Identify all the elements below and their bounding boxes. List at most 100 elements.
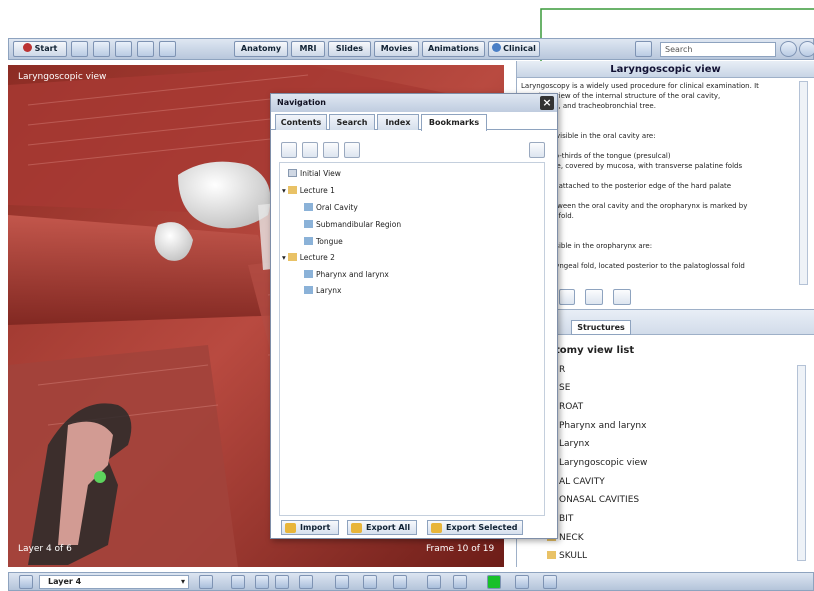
info-text-line <box>521 141 801 151</box>
add-bookmark-star-icon[interactable] <box>281 142 297 158</box>
tab-contents[interactable]: Contents <box>275 114 327 130</box>
tree-item[interactable]: Submandibular Region <box>304 220 401 229</box>
list-item[interactable]: AL CAVITY <box>559 473 605 492</box>
print-icon[interactable] <box>585 289 603 305</box>
tab-bookmarks[interactable]: Bookmarks <box>421 114 487 131</box>
home-icon[interactable] <box>115 41 132 57</box>
tab-slides[interactable]: Slides <box>328 41 371 57</box>
list-item[interactable]: Pharynx and larynx <box>559 417 646 436</box>
tree-item-label: Lecture 2 <box>299 253 335 262</box>
prev-frame-icon[interactable] <box>255 575 269 589</box>
info-text-line: palate, attached to the posterior edge o… <box>521 182 732 190</box>
help-icon[interactable] <box>799 41 814 57</box>
info-text-line: nx <box>521 231 801 241</box>
tab-anatomy[interactable]: Anatomy <box>234 41 288 57</box>
tab-clinical[interactable]: Clinical <box>488 41 540 57</box>
list-item[interactable]: BIT <box>559 510 573 529</box>
save-icon[interactable] <box>613 289 631 305</box>
tree-item-label: Oral Cavity <box>316 203 358 212</box>
tree-item[interactable]: Pharynx and larynx <box>304 270 389 279</box>
info-text-line: marks visible in the oral cavity are: <box>521 132 656 140</box>
tree-item-label: Submandibular Region <box>316 220 402 229</box>
back-icon[interactable] <box>71 41 88 57</box>
pencil-icon[interactable] <box>335 575 349 589</box>
info-panel: Laryngoscopic view Laryngoscopy is a wid… <box>516 61 814 567</box>
app-window: Start Anatomy MRI Slides Movies Animatio… <box>0 0 814 591</box>
rotate-right-icon[interactable] <box>299 575 313 589</box>
tree-folder[interactable]: ▾ Lecture 2 <box>282 253 335 262</box>
search-input[interactable]: Search <box>660 42 776 57</box>
delete-icon[interactable] <box>344 142 360 158</box>
settings-icon[interactable] <box>780 41 797 57</box>
tree-folder[interactable]: ▾ Lecture 1 <box>282 186 335 195</box>
bookmark-action-icon[interactable] <box>529 142 545 158</box>
close-icon[interactable]: × <box>540 96 554 110</box>
layer-indicator: Layer 4 of 6 <box>18 544 72 554</box>
list-item[interactable]: SKULL <box>547 547 587 566</box>
list-item[interactable]: R <box>559 361 565 380</box>
folder-icon <box>287 253 297 261</box>
save-icon[interactable] <box>453 575 467 589</box>
structures-tabbar: Structures <box>517 309 814 335</box>
tab-movies[interactable]: Movies <box>374 41 419 57</box>
navigation-titlebar[interactable]: Navigation × <box>271 94 557 112</box>
tab-index[interactable]: Index <box>377 114 419 130</box>
window-icon[interactable] <box>137 41 154 57</box>
list-item-label: SKULL <box>559 551 587 561</box>
forward-icon[interactable] <box>93 41 110 57</box>
edit-pencil-icon[interactable] <box>323 142 339 158</box>
image-icon <box>304 203 313 211</box>
tree-item[interactable]: Oral Cavity <box>304 203 358 212</box>
export-all-button[interactable]: Export All <box>347 520 417 535</box>
export-selected-button[interactable]: Export Selected <box>427 520 523 535</box>
bookmark-star-icon[interactable] <box>159 41 176 57</box>
image-icon <box>304 237 313 245</box>
info-icon <box>492 43 502 52</box>
search-icon[interactable] <box>635 41 652 57</box>
image-icon <box>304 220 313 228</box>
rotate-icon[interactable] <box>231 575 245 589</box>
next-frame-icon[interactable] <box>275 575 289 589</box>
tree-item[interactable]: Tongue <box>304 237 343 246</box>
info-text-line: glossal fold. <box>532 212 574 220</box>
info-panel-title: Laryngoscopic view <box>517 61 814 78</box>
layers-icon[interactable] <box>19 575 33 589</box>
start-button[interactable]: Start <box>13 41 67 57</box>
list-scrollbar[interactable] <box>797 365 806 561</box>
page-icon <box>288 169 297 177</box>
print-icon[interactable] <box>427 575 441 589</box>
import-button[interactable]: Import <box>281 520 339 535</box>
image-icon <box>304 286 313 294</box>
list-item[interactable]: Laryngoscopic view <box>559 454 647 473</box>
list-item[interactable]: SE <box>559 379 570 398</box>
info-scrollbar[interactable] <box>799 81 808 285</box>
refresh-icon[interactable] <box>559 289 575 305</box>
arrows-icon[interactable] <box>543 575 557 589</box>
info-text-line: d palate, covered by mucosa, with transv… <box>521 162 743 170</box>
list-item[interactable]: ROAT <box>559 398 583 417</box>
info-text-line: topharyngeal fold, located posterior to … <box>521 262 745 270</box>
grid-icon[interactable] <box>515 575 529 589</box>
green-indicator-icon[interactable] <box>487 575 501 589</box>
tree-item[interactable]: Larynx <box>304 286 342 295</box>
layer-select[interactable]: Layer 4 ▾ <box>39 575 189 589</box>
tree-item-label: Tongue <box>316 237 343 246</box>
zoom-icon[interactable] <box>393 575 407 589</box>
layer-up-icon[interactable] <box>199 575 213 589</box>
tab-animations[interactable]: Animations <box>422 41 485 57</box>
pan-icon[interactable] <box>363 575 377 589</box>
tree-item[interactable]: Initial View <box>288 169 341 178</box>
info-text-line: , larynx, and tracheobronchial tree. <box>521 102 656 110</box>
export-icon <box>351 523 362 533</box>
info-text-line: r clear view of the internal structure o… <box>521 92 721 100</box>
tree-item-label: Pharynx and larynx <box>316 270 389 279</box>
tree-item-label: Initial View <box>300 169 341 178</box>
info-text-line <box>521 221 801 231</box>
add-folder-icon[interactable] <box>302 142 318 158</box>
tab-mri[interactable]: MRI <box>291 41 325 57</box>
list-item[interactable]: Larynx <box>559 435 590 454</box>
tab-search[interactable]: Search <box>329 114 375 130</box>
info-text-line: ary between the oral cavity and the orop… <box>521 202 748 210</box>
tab-structures[interactable]: Structures <box>571 320 631 335</box>
list-item[interactable]: ONASAL CAVITIES <box>559 491 639 510</box>
